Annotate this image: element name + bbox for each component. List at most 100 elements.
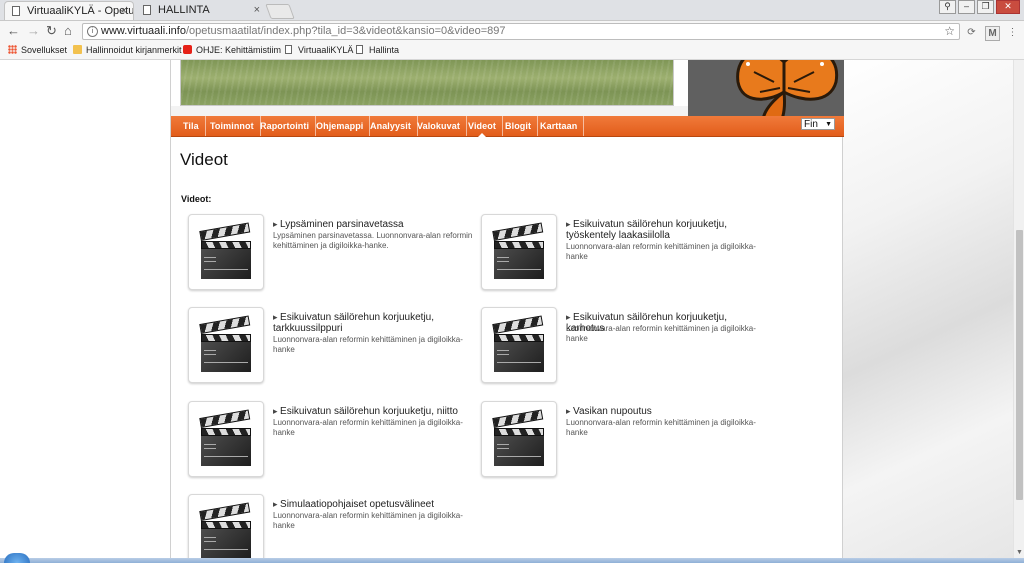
clapperboard-icon	[199, 502, 251, 558]
apps-grid-icon	[8, 45, 17, 54]
address-bar[interactable]: i www.virtuaali.info/opetusmaatilat/inde…	[82, 23, 960, 40]
bookmark-star-icon[interactable]: ☆	[944, 24, 955, 39]
page-title: Videot	[180, 150, 228, 169]
banner-strip	[171, 106, 688, 116]
clapperboard-icon	[199, 315, 251, 372]
bookmark-virtuaalikyla[interactable]: VirtuaaliKYLÄ	[285, 44, 353, 56]
banner-field-image	[180, 60, 674, 106]
nav-item-valokuvat[interactable]: Valokuvat	[411, 116, 467, 136]
nav-item-blogit[interactable]: Blogit	[499, 116, 539, 136]
decorative-background	[843, 60, 1013, 558]
video-description: Luonnonvara-alan reformin kehittäminen j…	[566, 324, 756, 343]
video-thumbnail[interactable]	[188, 401, 264, 477]
video-description: Luonnonvara-alan reformin kehittäminen j…	[273, 418, 463, 437]
bookmark-managed[interactable]: Hallinnoidut kirjanmerkit	[73, 44, 182, 56]
video-title[interactable]: Vasikan nupoutus	[566, 406, 766, 417]
video-thumbnail[interactable]	[481, 401, 557, 477]
bookmark-label: OHJE: Kehittämistiim	[196, 45, 282, 55]
clapperboard-icon	[199, 222, 251, 279]
back-arrow-icon[interactable]: ←	[7, 24, 20, 38]
nav-item-videot[interactable]: Videot	[462, 116, 503, 137]
video-title[interactable]: Simulaatiopohjaiset opetusvälineet	[273, 499, 473, 510]
close-window-icon[interactable]: ✕	[996, 0, 1020, 14]
folder-icon	[73, 45, 82, 54]
main-content: Tila Toiminnot Raportointi Ohjemappi Ana…	[170, 60, 844, 558]
bookmark-label: Hallinta	[369, 45, 400, 55]
youtube-icon	[183, 45, 192, 54]
url-host: www.virtuaali.info	[101, 25, 186, 37]
video-item[interactable]: Lypsäminen parsinavetassa Lypsäminen par…	[180, 214, 473, 294]
url-path: /opetusmaatilat/index.php?tila_id=3&vide…	[185, 25, 506, 37]
forward-arrow-icon[interactable]: →	[27, 24, 40, 38]
start-button[interactable]	[4, 553, 30, 563]
close-icon[interactable]: ×	[254, 1, 260, 20]
video-item[interactable]: Esikuivatun säilörehun korjuuketju, työs…	[473, 214, 763, 294]
video-thumbnail[interactable]	[481, 307, 557, 383]
scrollbar[interactable]: ▼	[1013, 60, 1024, 558]
clapperboard-icon	[199, 409, 251, 466]
user-icon[interactable]: ⚲	[939, 0, 956, 14]
page-icon	[12, 6, 20, 16]
browser-toolbar: ← → ↻ ⌂ i www.virtuaali.info/opetusmaati…	[0, 21, 1024, 42]
banner-butterfly	[688, 60, 844, 116]
video-title[interactable]: Esikuivatun säilörehun korjuuketju, työs…	[566, 219, 766, 241]
main-nav: Tila Toiminnot Raportointi Ohjemappi Ana…	[171, 116, 844, 137]
video-thumbnail[interactable]	[188, 494, 264, 558]
video-item[interactable]: Esikuivatun säilörehun korjuuketju, karh…	[473, 307, 763, 387]
menu-icon[interactable]: ⋮	[1006, 26, 1019, 39]
clapperboard-icon	[492, 315, 544, 372]
video-title[interactable]: Esikuivatun säilörehun korjuuketju, tark…	[273, 312, 473, 334]
browser-tab-bar: VirtuaaliKYLÄ - Opetusm × HALLINTA × ⚲ –…	[0, 0, 1024, 21]
tab-hallinta[interactable]: HALLINTA ×	[136, 1, 266, 20]
new-tab-button[interactable]	[265, 4, 295, 19]
video-title[interactable]: Esikuivatun säilörehun korjuuketju, niit…	[273, 406, 473, 417]
nav-item-tila[interactable]: Tila	[177, 116, 206, 136]
taskbar	[0, 558, 1024, 563]
video-description: Luonnonvara-alan reformin kehittäminen j…	[273, 511, 463, 530]
page-icon	[356, 45, 363, 54]
video-description: Lypsäminen parsinavetassa. Luonnonvara-a…	[273, 231, 473, 250]
info-icon[interactable]: i	[87, 26, 98, 37]
home-icon[interactable]: ⌂	[64, 24, 72, 38]
video-item[interactable]: Vasikan nupoutus Luonnonvara-alan reform…	[473, 401, 763, 481]
clapperboard-icon	[492, 409, 544, 466]
video-title[interactable]: Lypsäminen parsinavetassa	[273, 219, 473, 230]
bookmark-label: VirtuaaliKYLÄ	[298, 45, 354, 55]
reload-icon[interactable]: ↻	[46, 24, 57, 38]
bookmark-apps[interactable]: Sovellukset	[8, 44, 67, 56]
tab-virtuaalikyla[interactable]: VirtuaaliKYLÄ - Opetusm ×	[4, 1, 134, 20]
butterfly-icon	[736, 60, 839, 116]
video-item[interactable]: Esikuivatun säilörehun korjuuketju, tark…	[180, 307, 470, 387]
nav-item-toiminnot[interactable]: Toiminnot	[204, 116, 261, 136]
nav-item-karttaan[interactable]: Karttaan	[534, 116, 585, 136]
language-value: Fin	[804, 119, 818, 130]
nav-item-raportointi[interactable]: Raportointi	[254, 116, 317, 136]
bookmark-ohje[interactable]: OHJE: Kehittämistiim	[183, 44, 281, 56]
video-description: Luonnonvara-alan reformin kehittäminen j…	[273, 335, 463, 354]
bookmarks-bar: Sovellukset Hallinnoidut kirjanmerkit OH…	[0, 42, 1024, 60]
scroll-down-arrow-icon[interactable]: ▼	[1016, 549, 1023, 556]
nav-item-ohjemappi[interactable]: Ohjemappi	[310, 116, 371, 136]
bookmark-label: Sovellukset	[21, 45, 68, 55]
minimize-icon[interactable]: –	[958, 0, 975, 14]
tab-title: HALLINTA	[158, 4, 210, 16]
language-select[interactable]: Fin ▼	[801, 118, 835, 130]
video-item[interactable]: Simulaatiopohjaiset opetusvälineet Luonn…	[180, 494, 470, 558]
bookmark-label: Hallinnoidut kirjanmerkit	[86, 45, 182, 55]
video-thumbnail[interactable]	[481, 214, 557, 290]
window-controls: ⚲ – ❐ ✕	[939, 0, 1020, 14]
close-icon[interactable]: ×	[121, 2, 127, 20]
nav-item-analyysit[interactable]: Analyysit	[364, 116, 418, 136]
video-thumbnail[interactable]	[188, 307, 264, 383]
video-item[interactable]: Esikuivatun säilörehun korjuuketju, niit…	[180, 401, 470, 481]
clapperboard-icon	[492, 222, 544, 279]
page-viewport: ▼ Tila Toiminnot Raportointi Ohjemappi A…	[0, 60, 1024, 558]
restore-icon[interactable]: ❐	[977, 0, 994, 14]
extension-m-icon[interactable]: M	[985, 26, 1000, 41]
dropdown-arrow-icon: ▼	[825, 121, 832, 128]
video-thumbnail[interactable]	[188, 214, 264, 290]
bookmark-hallinta[interactable]: Hallinta	[356, 44, 399, 56]
video-description: Luonnonvara-alan reformin kehittäminen j…	[566, 418, 756, 437]
extension-icon[interactable]: ⟳	[965, 26, 978, 39]
scrollbar-thumb[interactable]	[1016, 230, 1023, 500]
